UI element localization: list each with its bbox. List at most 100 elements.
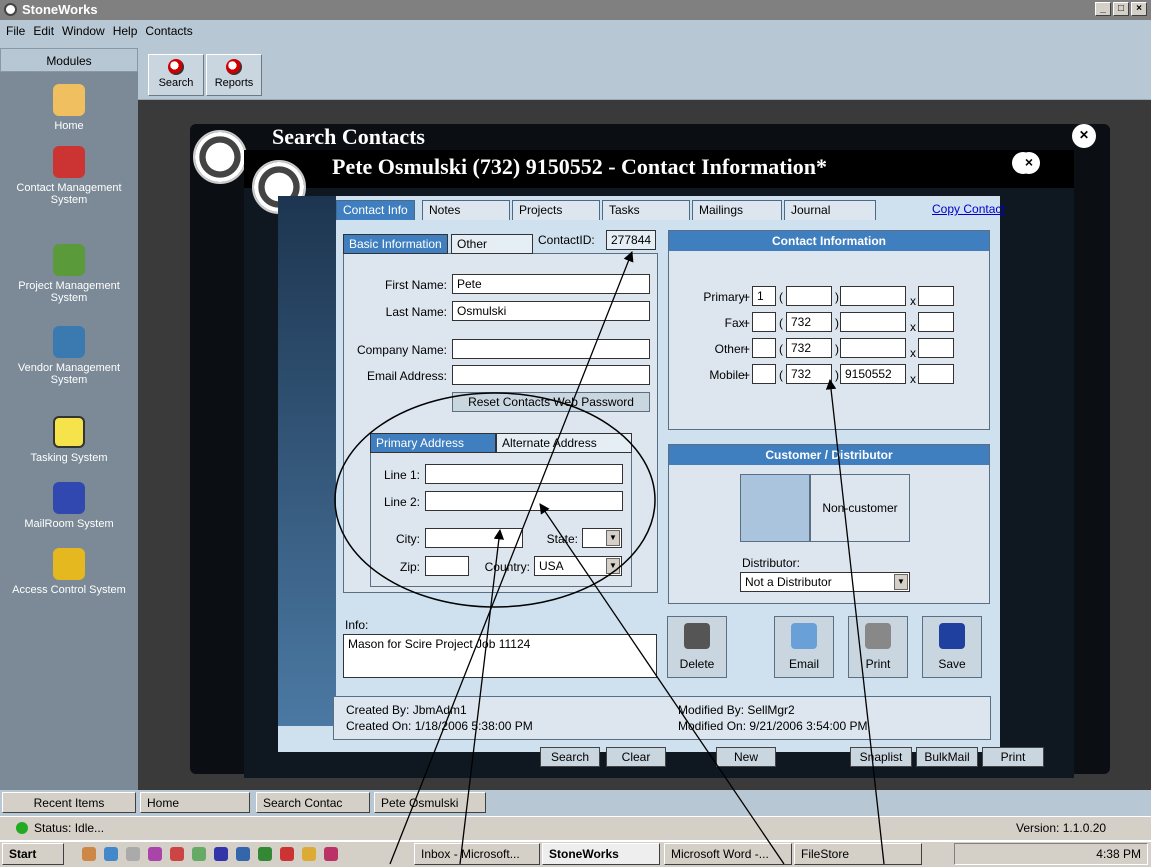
mobile-phone-number[interactable]: 9150552 <box>840 364 906 384</box>
tab-primary-address[interactable]: Primary Address <box>370 433 496 453</box>
info-textarea[interactable]: Mason for Scire Project Job 11124 <box>343 634 657 678</box>
fax-extension[interactable] <box>918 312 954 332</box>
start-button[interactable]: Start <box>2 843 64 865</box>
search-toolbar-button[interactable]: Search <box>148 54 204 96</box>
line1-field[interactable] <box>425 464 623 484</box>
checkbox-icon <box>53 416 85 448</box>
mobile-extension[interactable] <box>918 364 954 384</box>
quicklaunch-icon[interactable] <box>236 847 250 861</box>
module-tasking[interactable]: Tasking System <box>0 416 138 464</box>
tab-notes[interactable]: Notes <box>422 200 510 220</box>
quicklaunch-icon[interactable] <box>192 847 206 861</box>
bulkmail-button[interactable]: BulkMail <box>916 747 978 767</box>
other-country-code[interactable] <box>752 338 776 358</box>
quicklaunch-icon[interactable] <box>170 847 184 861</box>
start-label: Start <box>9 847 37 861</box>
menu-file[interactable]: File <box>6 24 25 38</box>
minimize-button[interactable]: _ <box>1095 2 1111 16</box>
copy-contact-link[interactable]: Copy Contact <box>932 202 1005 216</box>
quicklaunch-icon[interactable] <box>126 847 140 861</box>
module-mailroom[interactable]: MailRoom System <box>0 482 138 530</box>
fax-phone-number[interactable] <box>840 312 906 332</box>
module-home[interactable]: Home <box>0 84 138 132</box>
quicklaunch-icon[interactable] <box>82 847 96 861</box>
module-mailroom-label: MailRoom System <box>24 518 114 530</box>
quicklaunch-icon[interactable] <box>258 847 272 861</box>
reset-web-password-button[interactable]: Reset Contacts Web Password <box>452 392 650 412</box>
email-button[interactable]: Email <box>774 616 834 678</box>
title-bar: StoneWorks _ □ × <box>0 0 1151 20</box>
tab-contact-info[interactable]: Contact Info <box>336 200 415 220</box>
menu-window[interactable]: Window <box>62 24 105 38</box>
distributor-select[interactable]: Not a Distributor ▼ <box>740 572 910 592</box>
search-button[interactable]: Search <box>540 747 600 767</box>
search-print-button[interactable]: Print <box>982 747 1044 767</box>
recent-item-pete-osmulski[interactable]: Pete Osmulski <box>374 792 486 813</box>
clear-button[interactable]: Clear <box>606 747 666 767</box>
quicklaunch-icon[interactable] <box>148 847 162 861</box>
other-area-code[interactable]: 732 <box>786 338 832 358</box>
country-select[interactable]: USA ▼ <box>534 556 622 576</box>
quicklaunch-icon[interactable] <box>280 847 294 861</box>
fax-paren-open: ( <box>779 316 783 330</box>
last-name-field[interactable]: Osmulski <box>452 301 650 321</box>
module-access-control[interactable]: Access Control System <box>0 548 138 596</box>
search-close-button[interactable]: ✕ <box>1072 124 1096 148</box>
first-name-field[interactable]: Pete <box>452 274 650 294</box>
new-button[interactable]: New <box>716 747 776 767</box>
quicklaunch-icon[interactable] <box>324 847 338 861</box>
menu-contacts[interactable]: Contacts <box>145 24 192 38</box>
mobile-area-code[interactable]: 732 <box>786 364 832 384</box>
email-address-field[interactable] <box>452 365 650 385</box>
taskbar-stoneworks[interactable]: StoneWorks <box>542 843 660 865</box>
version-text: Version: 1.1.0.20 <box>1016 821 1107 835</box>
mobile-country-code[interactable] <box>752 364 776 384</box>
other-extension[interactable] <box>918 338 954 358</box>
company-name-field[interactable] <box>452 339 650 359</box>
tab-journal[interactable]: Journal <box>784 200 876 220</box>
snaplist-button[interactable]: Snaplist <box>850 747 912 767</box>
tab-mailings[interactable]: Mailings <box>692 200 782 220</box>
menu-help[interactable]: Help <box>113 24 138 38</box>
tab-projects[interactable]: Projects <box>512 200 600 220</box>
city-field[interactable] <box>425 528 523 548</box>
quicklaunch-icon[interactable] <box>104 847 118 861</box>
tab-tasks[interactable]: Tasks <box>602 200 690 220</box>
quicklaunch-icon[interactable] <box>302 847 316 861</box>
primary-country-code[interactable]: 1 <box>752 286 776 306</box>
menu-edit[interactable]: Edit <box>33 24 54 38</box>
reports-toolbar-button[interactable]: Reports <box>206 54 262 96</box>
zip-field[interactable] <box>425 556 469 576</box>
recent-item-search-contacts[interactable]: Search Contac <box>256 792 370 813</box>
close-button[interactable]: × <box>1131 2 1147 16</box>
state-select[interactable]: ▼ <box>582 528 622 548</box>
created-on: Created On: 1/18/2006 5:38:00 PM <box>346 719 533 733</box>
module-contact-label: Contact Management System <box>16 182 122 206</box>
tab-alternate-address[interactable]: Alternate Address <box>496 433 632 453</box>
delete-button[interactable]: Delete <box>667 616 727 678</box>
fax-area-code[interactable]: 732 <box>786 312 832 332</box>
tab-basic-information[interactable]: Basic Information <box>343 234 448 254</box>
taskbar-filestore[interactable]: FileStore <box>794 843 922 865</box>
module-vendor-management[interactable]: Vendor Management System <box>0 326 138 386</box>
primary-extension[interactable] <box>918 286 954 306</box>
tab-other[interactable]: Other <box>451 234 533 254</box>
primary-area-code[interactable] <box>786 286 832 306</box>
save-button[interactable]: Save <box>922 616 982 678</box>
print-button[interactable]: Print <box>848 616 908 678</box>
maximize-button[interactable]: □ <box>1113 2 1129 16</box>
taskbar-word[interactable]: Microsoft Word -... <box>664 843 792 865</box>
recent-item-home[interactable]: Home <box>140 792 250 813</box>
quicklaunch-icon[interactable] <box>214 847 228 861</box>
module-home-label: Home <box>54 120 84 132</box>
country-value: USA <box>539 559 564 573</box>
module-project-management[interactable]: Project Management System <box>0 244 138 304</box>
contact-close-button[interactable]: × <box>1018 152 1040 174</box>
fax-country-code[interactable] <box>752 312 776 332</box>
save-label: Save <box>938 657 966 671</box>
primary-phone-number[interactable] <box>840 286 906 306</box>
other-phone-number[interactable] <box>840 338 906 358</box>
taskbar-outlook[interactable]: Inbox - Microsoft... <box>414 843 540 865</box>
line2-field[interactable] <box>425 491 623 511</box>
module-contact-management[interactable]: Contact Management System <box>0 146 138 206</box>
